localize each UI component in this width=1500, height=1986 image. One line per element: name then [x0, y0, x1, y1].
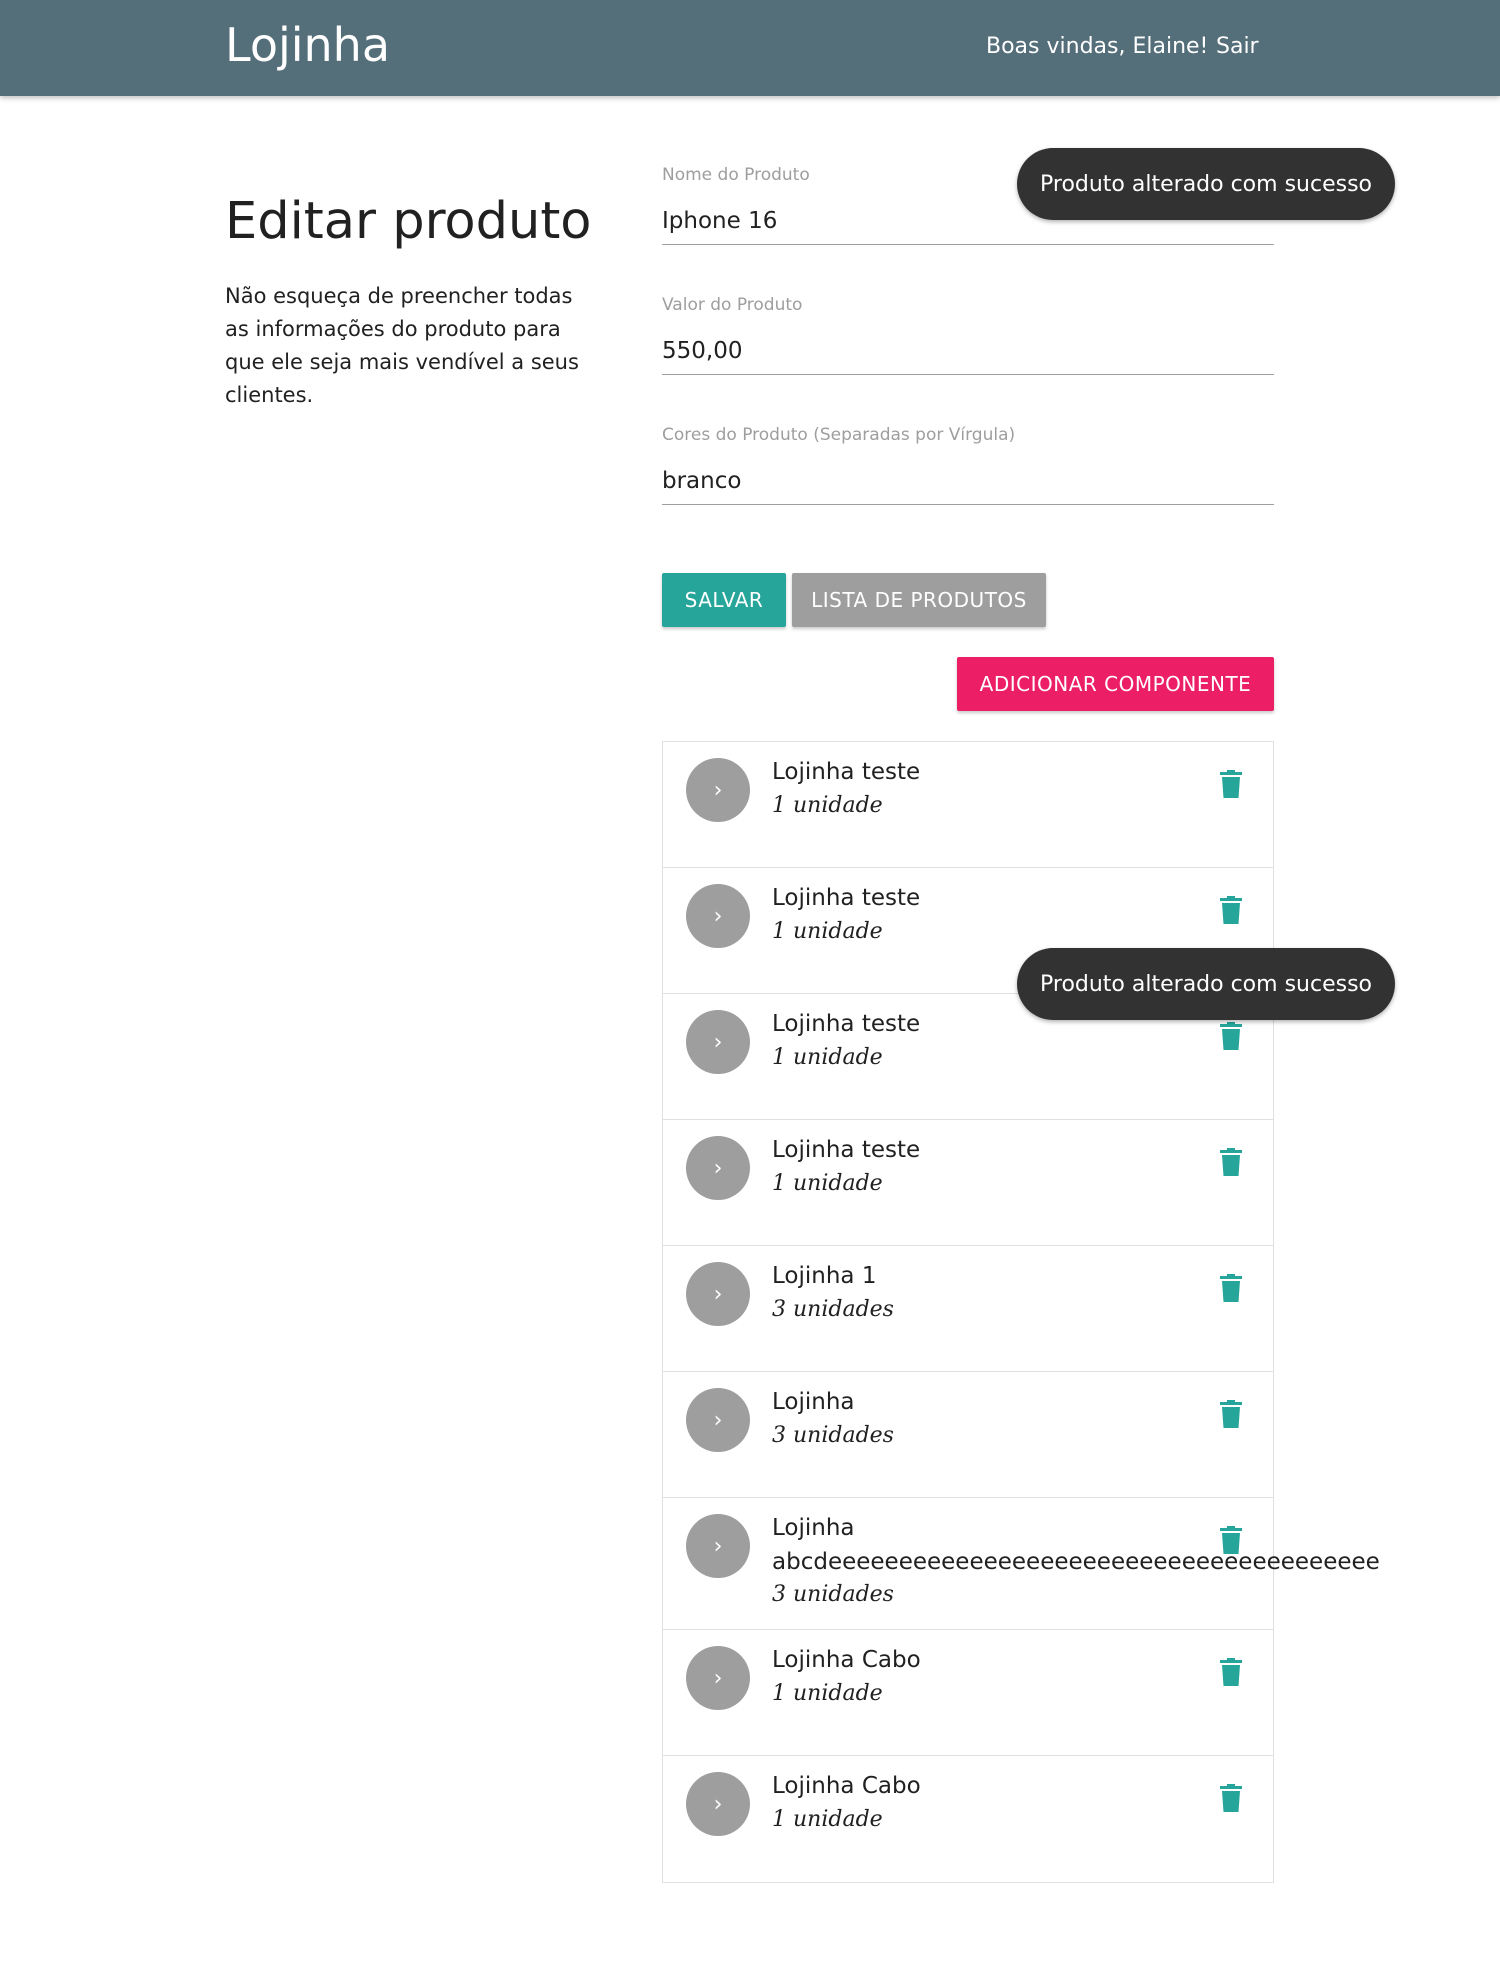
component-name: Lojinha teste [772, 1137, 921, 1163]
chevron-right-icon[interactable]: › [686, 1262, 750, 1326]
component-name: Lojinha Cabo [772, 1647, 921, 1673]
list-item: › Lojinha teste 1 unidade [663, 1120, 1273, 1246]
component-quantity: 3 unidades [772, 1297, 894, 1322]
trash-icon[interactable] [1220, 769, 1242, 799]
component-name: Lojinha 1 [772, 1263, 877, 1289]
chevron-right-icon[interactable]: › [686, 1010, 750, 1074]
list-item: › Lojinha 3 unidades [663, 1372, 1273, 1498]
chevron-right-icon[interactable]: › [686, 1136, 750, 1200]
product-colors-input[interactable] [662, 457, 1274, 505]
chevron-right-icon[interactable]: › [686, 884, 750, 948]
page-title: Editar produto [225, 192, 592, 251]
toast-message: Produto alterado com sucesso [1017, 148, 1395, 220]
component-quantity: 1 unidade [772, 793, 883, 818]
component-quantity: 1 unidade [772, 1807, 883, 1832]
component-quantity: 1 unidade [772, 1171, 883, 1196]
chevron-right-icon[interactable]: › [686, 758, 750, 822]
component-name: Lojinha teste [772, 1011, 921, 1037]
trash-icon[interactable] [1220, 1273, 1242, 1303]
list-item: › Lojinha Cabo 1 unidade [663, 1630, 1273, 1756]
page-description: Não esqueça de preencher todas as inform… [225, 284, 579, 407]
navbar: Lojinha Boas vindas, Elaine! Sair [0, 0, 1500, 96]
component-quantity: 1 unidade [772, 1045, 883, 1070]
save-button[interactable]: Salvar [662, 573, 786, 627]
component-name: Lojinha [772, 1515, 855, 1541]
welcome-link[interactable]: Boas vindas, Elaine! [986, 34, 1208, 59]
component-name-extra: abcdeeeeeeeeeeeeeeeeeeeeeeeeeeeeeeeeeeee… [772, 1549, 1380, 1575]
component-quantity: 1 unidade [772, 1681, 883, 1706]
trash-icon[interactable] [1220, 1399, 1242, 1429]
component-name: Lojinha Cabo [772, 1773, 921, 1799]
product-price-field: Valor do Produto [662, 295, 1274, 375]
trash-icon[interactable] [1220, 1525, 1242, 1555]
product-price-label: Valor do Produto [662, 295, 803, 315]
product-colors-field: Cores do Produto (Separadas por Vírgula) [662, 425, 1274, 505]
trash-icon[interactable] [1220, 1783, 1242, 1813]
component-quantity: 3 unidades [772, 1582, 894, 1607]
component-quantity: 1 unidade [772, 919, 883, 944]
chevron-right-icon[interactable]: › [686, 1514, 750, 1578]
product-colors-label: Cores do Produto (Separadas por Vírgula) [662, 425, 1016, 445]
product-price-input[interactable] [662, 327, 1274, 375]
component-name: Lojinha [772, 1389, 855, 1415]
product-list-button[interactable]: Lista de produtos [792, 573, 1046, 627]
chevron-right-icon[interactable]: › [686, 1772, 750, 1836]
component-name: Lojinha teste [772, 759, 921, 785]
list-item: › Lojinha 1 3 unidades [663, 1246, 1273, 1372]
trash-icon[interactable] [1220, 895, 1242, 925]
list-item: › Lojinha Cabo 1 unidade [663, 1756, 1273, 1882]
chevron-right-icon[interactable]: › [686, 1646, 750, 1710]
component-list: › Lojinha teste 1 unidade › Lojinha teste 1 u… [662, 741, 1380, 1883]
chevron-right-icon[interactable]: › [686, 1388, 750, 1452]
trash-icon[interactable] [1220, 1021, 1242, 1051]
logout-link[interactable]: Sair [1216, 34, 1259, 59]
trash-icon[interactable] [1220, 1147, 1242, 1177]
list-item: › Lojinha abcdeeeeeeeeeeeeeeeeeeeeeeeeeeee… [663, 1498, 1380, 1630]
component-name: Lojinha teste [772, 885, 921, 911]
component-quantity: 3 unidades [772, 1423, 894, 1448]
toast-message: Produto alterado com sucesso [1017, 948, 1395, 1020]
add-component-button[interactable]: Adicionar componente [957, 657, 1274, 711]
brand-logo[interactable]: Lojinha [225, 18, 390, 72]
trash-icon[interactable] [1220, 1657, 1242, 1687]
list-item: › Lojinha teste 1 unidade [663, 742, 1273, 868]
